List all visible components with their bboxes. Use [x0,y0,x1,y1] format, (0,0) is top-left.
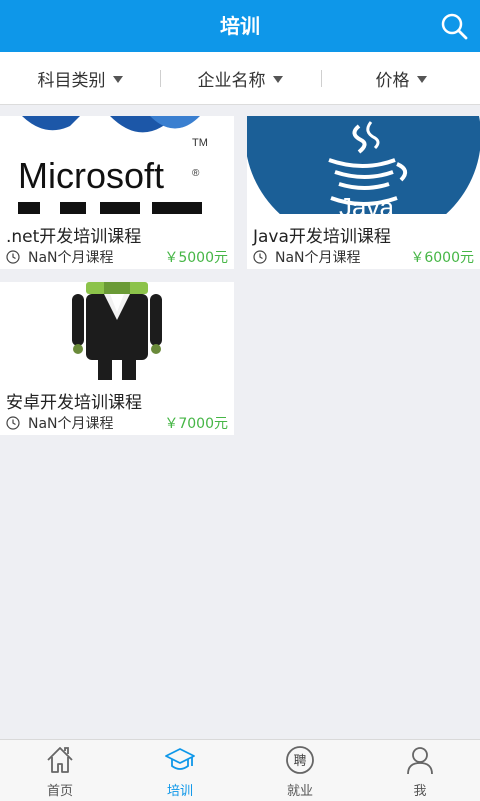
dropdown-caret-icon [272,75,283,83]
course-card-dotnet[interactable]: TM Microsoft ® .net开发培训课程 NaN个月课程 ￥5000元 [0,116,234,269]
tab-me[interactable]: 我 [360,740,480,801]
clock-icon [253,250,267,264]
bottom-tab-bar: 首页 培训 聘 就业 我 [0,739,480,801]
tab-home[interactable]: 首页 [0,740,120,801]
clock-icon [6,416,20,430]
page-title: 培训 [220,14,260,38]
microsoft-logo-text: Microsoft [18,155,164,196]
course-image-dotnet: TM Microsoft ® [0,116,234,214]
course-image-java: Java [247,116,480,214]
home-icon [47,747,73,773]
dropdown-caret-icon [112,75,123,83]
svg-text:聘: 聘 [293,754,306,769]
graduation-cap-icon [165,748,195,770]
tab-label: 培训 [166,784,193,799]
course-duration: NaN个月课程 [6,247,114,267]
search-icon [441,13,468,40]
course-duration: NaN个月课程 [253,247,361,267]
filter-label: 企业名称 [197,70,266,91]
filter-subject-category[interactable]: 科目类别 [0,52,160,104]
tab-label: 首页 [46,784,73,799]
course-title: Java开发培训课程 [253,227,391,247]
course-price: ￥7000元 [164,416,228,432]
filter-bar: 科目类别 企业名称 价格 [0,52,480,105]
filter-label: 科目类别 [37,70,106,91]
course-price: ￥5000元 [164,250,228,266]
header-bar: 培训 [0,0,480,52]
tab-label: 就业 [286,784,313,799]
course-card-android[interactable]: 安卓开发培训课程 NaN个月课程 ￥7000元 [0,282,234,435]
tab-training[interactable]: 培训 [120,740,240,801]
job-icon: 聘 [286,746,314,774]
user-icon [407,747,433,775]
java-logo-text: Java [339,192,394,214]
dropdown-caret-icon [416,75,427,83]
course-duration: NaN个月课程 [6,413,114,433]
course-title: 安卓开发培训课程 [6,393,142,413]
duration-text: NaN个月课程 [28,416,114,432]
duration-text: NaN个月课程 [275,250,361,266]
course-title: .net开发培训课程 [6,227,142,247]
course-price: ￥6000元 [410,250,474,266]
tab-label: 我 [413,784,427,799]
course-card-java[interactable]: Java Java开发培训课程 NaN个月课程 ￥6000元 [247,116,480,269]
filter-price[interactable]: 价格 [321,52,480,104]
filter-company-name[interactable]: 企业名称 [160,52,320,104]
filter-label: 价格 [375,70,410,91]
duration-text: NaN个月课程 [28,250,114,266]
svg-text:®: ® [192,168,200,179]
search-button[interactable] [436,8,472,44]
clock-icon [6,250,20,264]
svg-text:TM: TM [192,137,208,149]
course-image-android [0,282,234,380]
tab-employment[interactable]: 聘 就业 [240,740,360,801]
